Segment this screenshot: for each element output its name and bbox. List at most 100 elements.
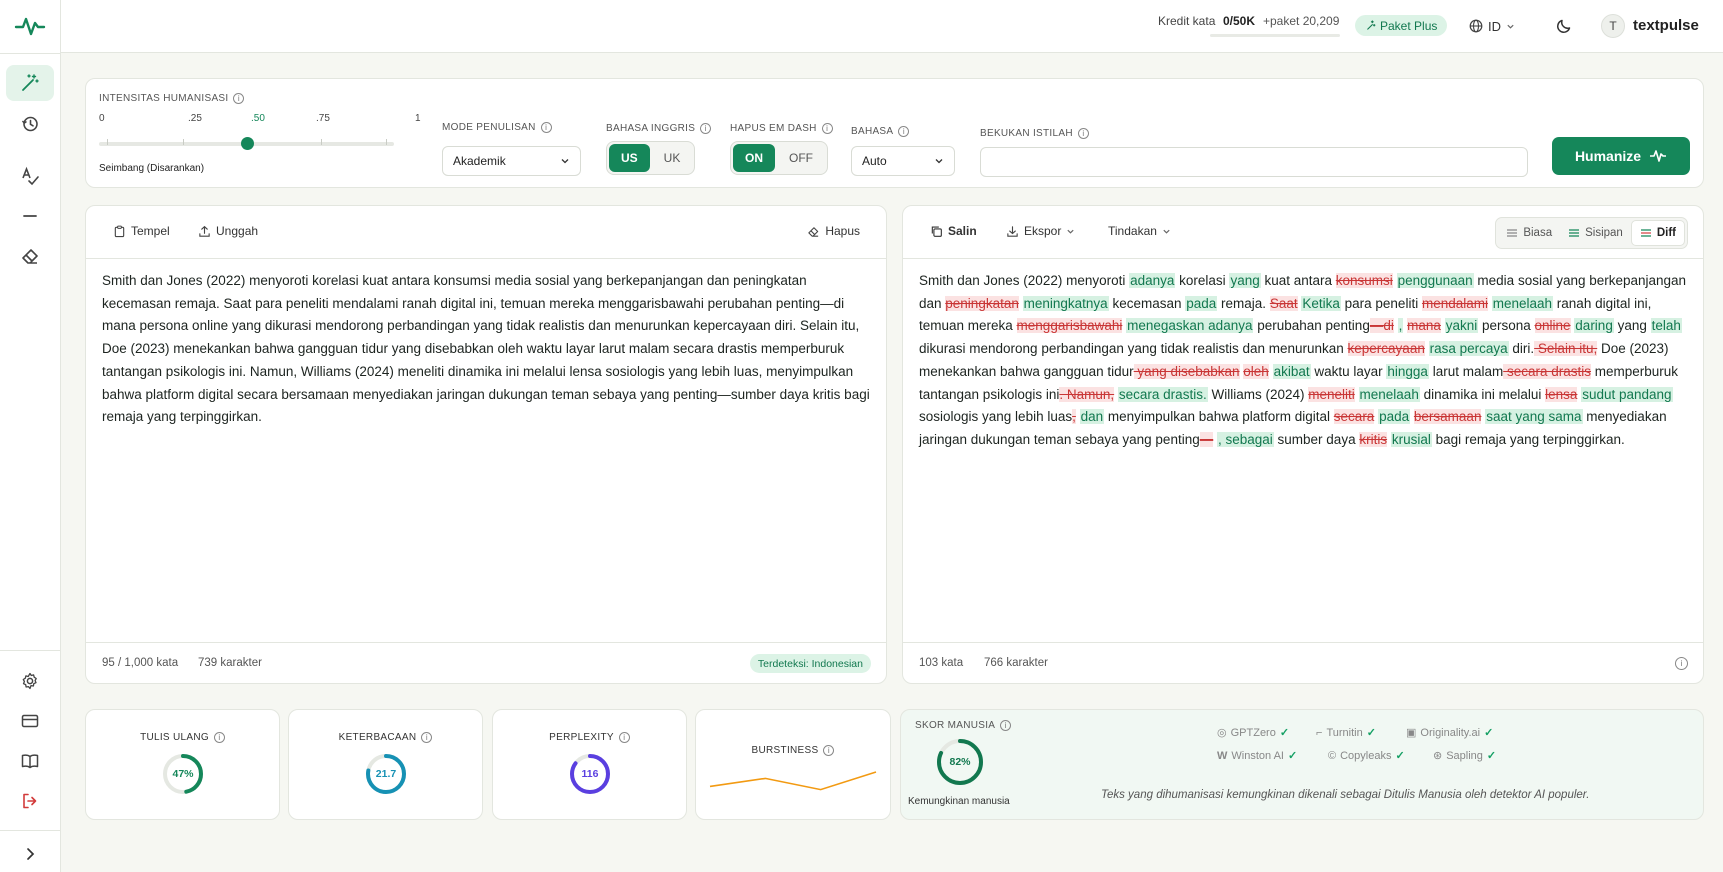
sidebar-item-em-dash[interactable] — [6, 198, 54, 234]
info-icon[interactable]: i — [823, 745, 835, 756]
chevron-down-icon — [561, 159, 569, 164]
info-icon[interactable]: i — [618, 732, 630, 743]
language-dropdown-value: Auto — [862, 154, 887, 168]
lines-icon — [1640, 229, 1651, 237]
diff-deletion: yang disebabkan — [1133, 363, 1240, 379]
view-option-insert[interactable]: Sisipan — [1560, 220, 1631, 246]
diff-deletion: bersamaan — [1413, 409, 1482, 425]
info-icon[interactable]: i — [821, 123, 833, 134]
info-icon[interactable]: i — [700, 123, 712, 134]
info-icon[interactable]: i — [898, 126, 910, 137]
language-dropdown[interactable]: Auto — [851, 146, 955, 176]
burstiness-line — [709, 771, 877, 791]
diff-deletion: kritis — [1359, 431, 1388, 447]
copyleaks-icon: © — [1328, 749, 1337, 762]
intensity-caption: Seimbang (Disarankan) — [99, 163, 205, 174]
diff-insertion: krusial — [1390, 431, 1432, 447]
sidebar-item-history[interactable] — [6, 106, 54, 142]
em-dash-icon — [23, 215, 37, 217]
sidebar-item-eraser[interactable] — [6, 238, 54, 274]
freeze-label: BEKUKAN ISTILAH i — [980, 128, 1089, 139]
info-icon[interactable]: i — [1675, 657, 1688, 670]
export-menu[interactable]: Ekspor — [1006, 224, 1075, 238]
logout-icon — [23, 793, 37, 809]
sparkle-icon — [1367, 20, 1376, 30]
intensity-tick: 1 — [415, 113, 421, 124]
upload-label: Unggah — [216, 224, 259, 238]
sidebar-item-logout[interactable] — [6, 783, 54, 819]
credit-card-icon — [21, 714, 39, 728]
input-text-area[interactable]: Smith dan Jones (2022) menyoroti korelas… — [102, 270, 872, 429]
mode-select[interactable]: Akademik — [442, 146, 581, 176]
info-icon[interactable]: i — [421, 732, 433, 743]
english-option-us[interactable]: US — [609, 144, 650, 172]
upload-icon — [199, 225, 210, 237]
diff-deletion: — — [1199, 431, 1214, 447]
info-icon[interactable]: i — [1000, 720, 1012, 731]
human-score-card: SKOR MANUSIA i 82% Kemungkinan manusia ◎ G… — [900, 709, 1704, 820]
output-diff-text[interactable]: Smith dan Jones (2022) menyoroti adanya … — [919, 270, 1689, 452]
sidebar-item-humanize[interactable] — [6, 65, 54, 101]
upload-button[interactable]: Unggah — [198, 224, 258, 238]
diff-unchanged: dikurasi mendorong perbandingan yang tid… — [919, 341, 1348, 357]
info-icon[interactable]: i — [540, 122, 552, 133]
detector-name: Originality.ai — [1420, 726, 1481, 739]
language-label-text: BAHASA — [851, 126, 894, 137]
intensity-tick: .50 — [251, 113, 265, 124]
english-option-uk[interactable]: UK — [652, 144, 693, 172]
diff-unchanged — [1269, 364, 1273, 379]
emdash-option-off[interactable]: OFF — [777, 144, 825, 172]
detector-name: GPTZero — [1230, 726, 1276, 739]
emdash-label-text: HAPUS EM DASH — [730, 123, 817, 134]
credit-paket: +paket 20,209 — [1263, 14, 1340, 28]
metric-perplexity-value: 116 — [581, 768, 599, 780]
copy-button[interactable]: Salin — [930, 224, 977, 238]
sidebar-divider — [0, 650, 61, 651]
human-score-note: Teks yang dihumanisasi kemungkinan diken… — [1101, 789, 1590, 801]
language-select[interactable]: ID — [1469, 15, 1515, 37]
diff-unchanged: Williams (2024) — [1207, 386, 1309, 402]
sidebar-item-grammar[interactable] — [6, 158, 54, 194]
sidebar-item-billing[interactable] — [6, 703, 54, 739]
intensity-slider-thumb[interactable] — [240, 137, 254, 150]
input-word-count: 95 / 1,000 kata — [102, 657, 179, 669]
intensity-slider[interactable] — [99, 137, 394, 150]
diff-insertion: daring — [1574, 318, 1614, 334]
username[interactable]: textpulse — [1633, 17, 1699, 34]
sidebar — [0, 0, 61, 872]
english-label-text: BAHASA INGGRIS — [606, 123, 696, 134]
info-icon[interactable]: i — [233, 93, 245, 104]
detector-name: Copyleaks — [1340, 749, 1392, 762]
clipboard-icon — [114, 225, 125, 237]
diff-unchanged: sumber daya — [1273, 431, 1360, 447]
diff-unchanged — [1393, 273, 1397, 288]
view-option-diff[interactable]: Diff — [1630, 220, 1685, 246]
diff-insertion: pada — [1185, 295, 1218, 311]
diff-deletion: . Namun, — [1059, 386, 1115, 402]
sidebar-item-settings[interactable] — [6, 663, 54, 699]
info-icon[interactable]: i — [213, 732, 225, 743]
freeze-terms-input[interactable] — [980, 147, 1528, 177]
metric-readability-label-text: KETERBACAAN — [338, 732, 417, 743]
emdash-option-on[interactable]: ON — [733, 144, 775, 172]
pulse-icon[interactable] — [14, 12, 46, 40]
plan-badge-label: Paket Plus — [1380, 18, 1438, 33]
plan-badge[interactable]: Paket Plus — [1355, 15, 1448, 36]
sidebar-item-docs[interactable] — [6, 743, 54, 779]
detector-winston: W Winston AI ✓ — [1217, 749, 1297, 763]
sidebar-divider — [0, 53, 61, 54]
sidebar-expand-button[interactable] — [6, 836, 54, 872]
humanize-button[interactable]: Humanize — [1552, 137, 1690, 175]
actions-menu[interactable]: Tindakan — [1108, 224, 1171, 238]
diff-deletion: Saat — [1269, 295, 1298, 311]
avatar[interactable]: T — [1601, 14, 1625, 38]
moon-icon[interactable] — [1555, 17, 1573, 35]
input-char-count: 739 karakter — [198, 657, 262, 669]
slider-tick — [107, 139, 108, 145]
clear-button[interactable]: Hapus — [807, 224, 860, 238]
view-option-plain[interactable]: Biasa — [1498, 220, 1560, 246]
slider-tick — [321, 139, 322, 145]
diff-unchanged: korelasi — [1175, 273, 1230, 288]
paste-button[interactable]: Tempel — [113, 224, 170, 238]
info-icon[interactable]: i — [1077, 128, 1089, 139]
